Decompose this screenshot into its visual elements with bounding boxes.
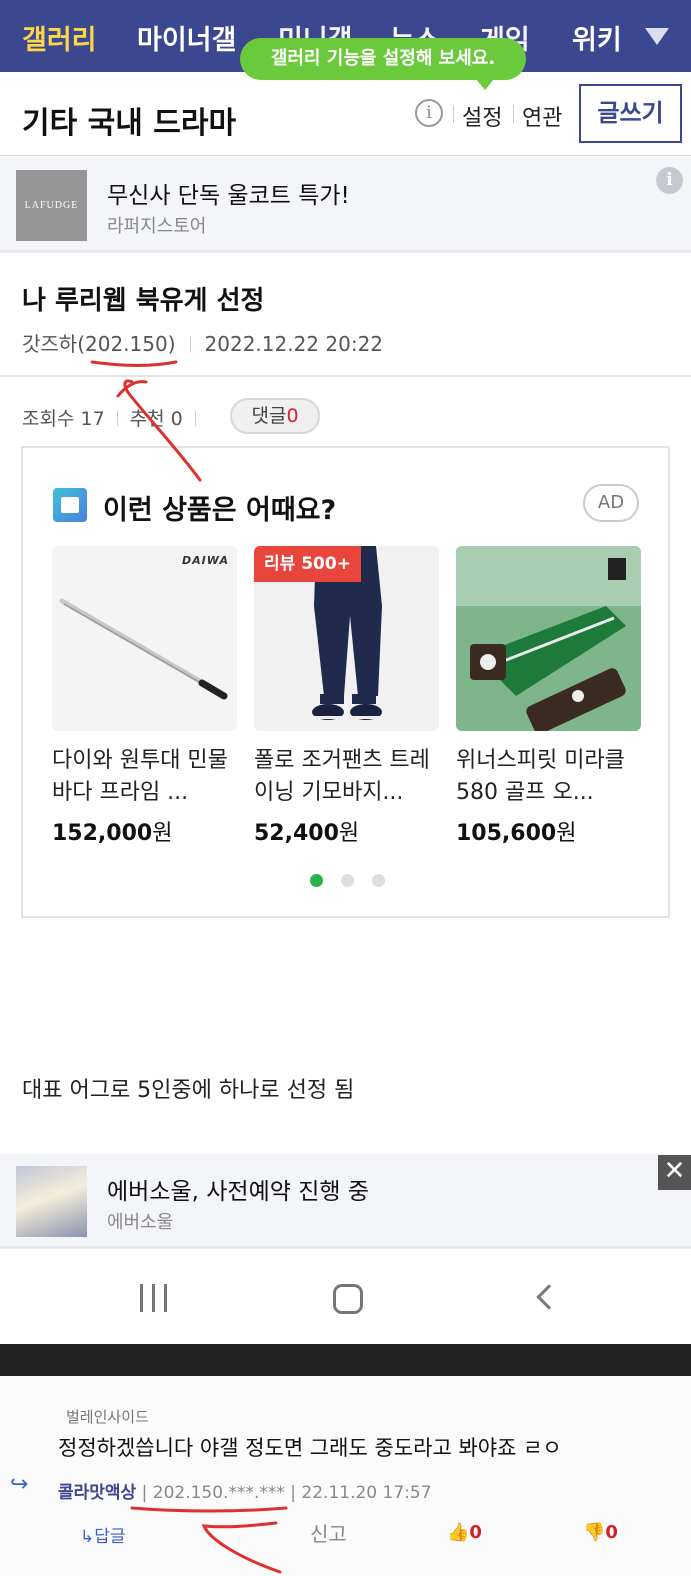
review-badge: 리뷰 500+ <box>254 546 361 582</box>
product-recommendation: 이런 상품은 어때요? AD DAIWA 다이와 원투대 민물 바다 프라임 .… <box>21 446 670 918</box>
write-button[interactable]: 글쓰기 <box>579 84 682 143</box>
system-nav-bar <box>0 1252 691 1344</box>
product-price: 152,000원 <box>52 815 237 847</box>
product-image[interactable] <box>456 546 641 731</box>
price-currency: 원 <box>338 821 360 846</box>
post-stats: 조회수 17 추천 0 <box>22 404 208 431</box>
ad-title[interactable]: 에버소울, 사전예약 진행 중 <box>107 1172 369 1206</box>
view-count: 조회수 17 <box>22 408 105 430</box>
price-value: 105,600 <box>456 821 557 846</box>
ad-title[interactable]: 무신사 단독 울코트 특가! <box>107 176 350 210</box>
post-author[interactable]: 갓즈하 <box>22 332 77 356</box>
product-card[interactable]: DAIWA 다이와 원투대 민물 바다 프라임 ... 152,000원 <box>52 546 237 847</box>
post-author-ip: (202.150) <box>77 332 176 356</box>
gallery-settings-tooltip[interactable]: 갤러리 기능을 설정해 보세요. <box>240 38 526 90</box>
recent-apps-icon[interactable] <box>140 1284 168 1312</box>
recommendation-title: 이런 상품은 어때요? <box>103 495 337 526</box>
nav-item-wiki[interactable]: 위키 <box>572 18 622 57</box>
comment-text: 정정하겠씁니다 야갤 정도면 그래도 중도라고 봐야죠 ㄹㅇ <box>58 1436 562 1460</box>
ad-info-icon[interactable]: i <box>656 167 683 194</box>
post-meta: 갓즈하(202.150) 2022.12.22 20:22 <box>22 328 383 357</box>
thumbs-up-icon: 👍 <box>447 1522 470 1543</box>
price-value: 152,000 <box>52 821 153 846</box>
comment-nickname[interactable]: 콜라맛액상 <box>58 1483 136 1503</box>
recommend-count: 추천 0 <box>129 408 183 430</box>
post-date: 2022.12.22 20:22 <box>204 332 384 356</box>
downvote-count: 0 <box>605 1522 618 1543</box>
thumbs-up-button[interactable]: 👍0 <box>447 1522 482 1543</box>
comment-count-button[interactable]: 댓글0 <box>230 398 320 434</box>
upvote-count: 0 <box>469 1522 482 1543</box>
product-name[interactable]: 폴로 조거팬츠 트레이닝 기모바지... <box>254 745 439 809</box>
advertiser-logo: LAFUDGE <box>16 170 87 241</box>
divider <box>0 375 691 377</box>
gallery-info-icon[interactable]: i <box>415 99 443 127</box>
close-icon[interactable]: ✕ <box>658 1155 691 1190</box>
post-body: 대표 어그로 5인중에 하나로 선정 됨 <box>22 1078 355 1103</box>
product-card[interactable]: 위너스피릿 미라클580 골프 오... 105,600원 <box>456 546 641 847</box>
divider: | <box>290 1483 302 1503</box>
comment-item: 벌레인사이드 정정하겠씁니다 야갤 정도면 그래도 중도라고 봐야죠 ㄹㅇ ↪ … <box>0 1376 691 1576</box>
ad-label[interactable]: AD <box>583 484 639 522</box>
comment-meta: 콜라맛액상 | 202.150.***.*** | 22.11.20 17:57 <box>58 1478 432 1503</box>
carousel-dot-3[interactable] <box>372 874 385 887</box>
nav-item-minor-gallery[interactable]: 마이너갤 <box>137 18 236 57</box>
product-image[interactable]: 리뷰 500+ <box>254 546 439 731</box>
product-card[interactable]: 리뷰 500+ 폴로 조거팬츠 트레이닝 기모바지... 52,400원 <box>254 546 439 847</box>
related-link[interactable]: 연관 <box>522 100 562 132</box>
price-currency: 원 <box>556 821 577 846</box>
comment-label: 댓글 <box>251 405 287 427</box>
gallery-header: 기타 국내 드라마 i 설정 연관 글쓰기 <box>0 72 691 156</box>
divider <box>194 411 196 426</box>
settings-link[interactable]: 설정 <box>462 100 502 132</box>
price-currency: 원 <box>152 821 173 846</box>
thumbs-down-icon: 👎 <box>583 1522 606 1543</box>
divider <box>189 336 191 352</box>
comment-date: 22.11.20 17:57 <box>301 1483 432 1503</box>
divider: | <box>141 1483 153 1503</box>
product-name[interactable]: 다이와 원투대 민물 바다 프라임 ... <box>52 745 237 809</box>
quoted-author: 벌레인사이드 <box>66 1408 149 1426</box>
carousel-dot-2[interactable] <box>341 874 354 887</box>
divider <box>513 105 514 123</box>
divider <box>116 411 118 426</box>
nav-expand-icon[interactable] <box>645 28 669 45</box>
price-value: 52,400 <box>254 821 339 846</box>
brand-mark: DAIWA <box>182 554 229 567</box>
gallery-title[interactable]: 기타 국내 드라마 <box>22 98 236 142</box>
home-icon[interactable] <box>333 1284 363 1314</box>
comment-count: 0 <box>286 405 299 427</box>
product-image[interactable]: DAIWA <box>52 546 237 731</box>
product-price: 105,600원 <box>456 815 641 847</box>
product-name[interactable]: 위너스피릿 미라클580 골프 오... <box>456 745 641 809</box>
divider <box>453 105 454 123</box>
comment-ip: 202.150.***.*** <box>152 1483 285 1503</box>
screenshot-divider <box>0 1344 691 1376</box>
reply-arrow-icon: ↪ <box>10 1472 29 1497</box>
fishing-rod-image <box>52 546 237 731</box>
ad-banner-top[interactable]: LAFUDGE 무신사 단독 울코트 특가! 라퍼지스토어 <box>0 157 691 253</box>
ad-advertiser: 에버소울 <box>107 1212 174 1233</box>
game-character-thumbnail <box>16 1166 87 1237</box>
report-button[interactable]: 신고 <box>310 1518 347 1547</box>
ad-banner-bottom[interactable]: 에버소울, 사전예약 진행 중 에버소울 <box>0 1154 691 1249</box>
nav-item-gallery[interactable]: 갤러리 <box>22 18 97 57</box>
carousel-dot-1[interactable] <box>310 874 323 887</box>
shopping-bag-icon <box>53 488 87 522</box>
golf-putting-mat-image <box>456 546 641 731</box>
reply-button[interactable]: ↳답글 <box>80 1522 126 1547</box>
ad-advertiser: 라퍼지스토어 <box>107 216 207 237</box>
post-title: 나 루리웹 북유게 선정 <box>22 286 265 316</box>
thumbs-down-button[interactable]: 👎0 <box>583 1522 618 1543</box>
product-price: 52,400원 <box>254 815 439 847</box>
back-icon[interactable] <box>536 1284 562 1310</box>
